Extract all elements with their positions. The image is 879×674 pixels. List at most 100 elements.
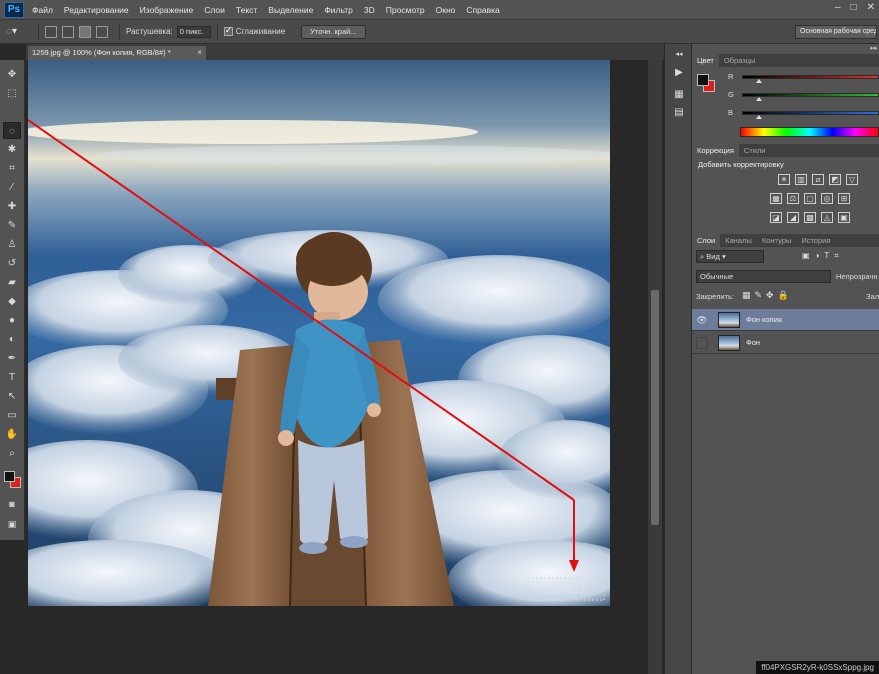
color_panel-tab-0[interactable]: Цвет (692, 54, 719, 67)
clone-stamp-tool-icon[interactable]: ♙ (3, 236, 21, 253)
lasso-tool-icon[interactable]: ◌ (3, 122, 21, 139)
scrollbar-thumb[interactable] (651, 290, 659, 525)
canvas-vertical-scrollbar[interactable] (648, 60, 662, 674)
layer-row[interactable]: Фон (692, 332, 879, 354)
layer-filter-icons[interactable]: ▣◑T⌗ (802, 251, 844, 261)
invert-adjustment-icon[interactable]: ◪ (770, 212, 782, 223)
dodge-tool-icon[interactable]: ◐ (3, 331, 21, 348)
add-selection-icon[interactable] (62, 25, 74, 38)
menu-item-1[interactable]: Редактирование (64, 5, 129, 15)
photo-filter-adjustment-icon[interactable]: ◎ (821, 193, 833, 204)
layers_panel-tab-2[interactable]: Контуры (757, 234, 796, 247)
channel-knob[interactable] (756, 97, 762, 101)
subtract-selection-icon[interactable] (79, 25, 91, 38)
right-panels: Цвет Образцы ▸▸ RGB Коррекция Стили Добави… (692, 44, 879, 674)
move-tool-icon[interactable]: ✥ (3, 66, 21, 83)
layers_panel-tab-0[interactable]: Слои (692, 234, 721, 247)
menu-item-2[interactable]: Изображение (140, 5, 194, 15)
channel-slider-r[interactable]: R (728, 72, 879, 83)
path-selection-tool-icon[interactable]: ↖ (3, 388, 21, 405)
curves-adjustment-icon[interactable]: ⧄ (812, 174, 824, 185)
shape-tool-icon[interactable]: ▭ (3, 407, 21, 424)
selective-color-adjustment-icon[interactable]: ▣ (838, 212, 850, 223)
menu-item-7[interactable]: 3D (364, 5, 375, 15)
vibrance-adjustment-icon[interactable]: ▽ (846, 174, 858, 185)
refine-edge-button[interactable]: Уточн. край... (301, 24, 366, 39)
history-brush-tool-icon[interactable]: ↺ (3, 255, 21, 272)
workspace-select[interactable]: Основная рабочая среда (795, 25, 877, 39)
document-image[interactable]: Comuz (28, 60, 610, 606)
adjustments_panel-tab-1[interactable]: Стили (739, 144, 771, 157)
gradient-map-adjustment-icon[interactable]: ◬ (821, 212, 833, 223)
channel-track[interactable] (742, 93, 879, 97)
document-tab[interactable]: 1259.jpg @ 100% (Фон копия, RGB/8#) * × (28, 46, 206, 60)
close-tab-icon[interactable]: × (197, 46, 202, 60)
collapse-arrows-icon[interactable]: ◂◂ (671, 48, 687, 62)
adjustments_panel-tab-0[interactable]: Коррекция (692, 144, 739, 157)
antialias-checkbox[interactable] (223, 25, 233, 36)
eraser-tool-icon[interactable]: ▰ (3, 274, 21, 291)
canvas-area[interactable]: Comuz (26, 60, 648, 674)
new-selection-icon[interactable] (45, 25, 57, 38)
menu-item-10[interactable]: Справка (466, 5, 499, 15)
properties-panel-icon[interactable]: ▤ (671, 106, 687, 120)
exposure-adjustment-icon[interactable]: ◩ (829, 174, 841, 185)
layers_panel-tab-3[interactable]: История (796, 234, 835, 247)
layers_panel-tab-1[interactable]: Каналы (720, 234, 757, 247)
paint-bucket-tool-icon[interactable]: ◆ (3, 293, 21, 310)
channel-slider-b[interactable]: B (728, 108, 879, 119)
intersect-selection-icon[interactable] (96, 25, 108, 38)
quick-mask-icon[interactable]: ◙ (3, 496, 21, 513)
menu-item-8[interactable]: Просмотр (386, 5, 425, 15)
play-action-icon[interactable]: ▶ (671, 66, 687, 80)
menu-item-3[interactable]: Слои (204, 5, 225, 15)
hand-tool-icon[interactable]: ✋ (3, 426, 21, 443)
color-balance-adjustment-icon[interactable]: ⚖ (787, 193, 799, 204)
healing-brush-tool-icon[interactable]: ✚ (3, 198, 21, 215)
layer-visibility-icon[interactable]: 👁 (696, 314, 708, 326)
layer-row[interactable]: 👁 Фон копия (692, 309, 879, 331)
close-window-button[interactable]: ✕ (867, 2, 875, 13)
color-spectrum-bar[interactable] (740, 127, 879, 137)
channel-track[interactable] (742, 111, 879, 115)
channel-knob[interactable] (756, 79, 762, 83)
magic-wand-tool-icon[interactable]: ✱ (3, 141, 21, 158)
menu-item-9[interactable]: Окно (436, 5, 456, 15)
lock-icons[interactable]: ▦✎✥🔒 (742, 290, 793, 301)
type-tool-icon[interactable]: T (3, 369, 21, 386)
history-panel-icon[interactable]: ▦ (671, 88, 687, 102)
maximize-button[interactable]: □ (851, 2, 857, 13)
foreground-color-swatch[interactable] (4, 471, 15, 482)
screen-mode-icon[interactable]: ▣ (3, 516, 21, 533)
menu-item-6[interactable]: Фильтр (324, 5, 353, 15)
feather-input[interactable]: 0 пикс. (176, 25, 211, 38)
menu-item-0[interactable]: Файл (32, 5, 53, 15)
color-panel-foreground[interactable] (697, 74, 709, 86)
channel-mixer-adjustment-icon[interactable]: ⊞ (838, 193, 850, 204)
panel-collapse-icon[interactable]: ▸▸ (866, 42, 879, 56)
menu-item-4[interactable]: Текст (236, 5, 257, 15)
menu-item-5[interactable]: Выделение (268, 5, 313, 15)
black-white-adjustment-icon[interactable]: ▢ (804, 193, 816, 204)
eyedropper-tool-icon[interactable]: ⁄ (3, 179, 21, 196)
minimize-button[interactable]: – (835, 2, 841, 13)
posterize-adjustment-icon[interactable]: ◢ (787, 212, 799, 223)
channel-track[interactable] (742, 75, 879, 79)
marquee-tool-icon[interactable]: ⬚ (3, 85, 21, 102)
color_panel-tab-1[interactable]: Образцы (719, 54, 761, 67)
brush-tool-icon[interactable]: ✎ (3, 217, 21, 234)
zoom-tool-icon[interactable]: ⌕ (3, 445, 21, 462)
layer-filter-select[interactable]: ⌕ Вид ▾ (696, 250, 764, 263)
layer-visibility-icon[interactable] (696, 337, 708, 349)
lasso-preset-icon[interactable]: ◌▾ (6, 24, 28, 40)
brightness-adjustment-icon[interactable]: ☀ (778, 174, 790, 185)
hue-saturation-adjustment-icon[interactable]: ▦ (770, 193, 782, 204)
threshold-adjustment-icon[interactable]: ▩ (804, 212, 816, 223)
channel-knob[interactable] (756, 115, 762, 119)
blur-tool-icon[interactable]: ● (3, 312, 21, 329)
levels-adjustment-icon[interactable]: ▥ (795, 174, 807, 185)
crop-tool-icon[interactable]: ⌗ (3, 160, 21, 177)
channel-slider-g[interactable]: G (728, 90, 879, 101)
pen-tool-icon[interactable]: ✒ (3, 350, 21, 367)
blend-mode-select[interactable]: Обычные (696, 270, 831, 283)
